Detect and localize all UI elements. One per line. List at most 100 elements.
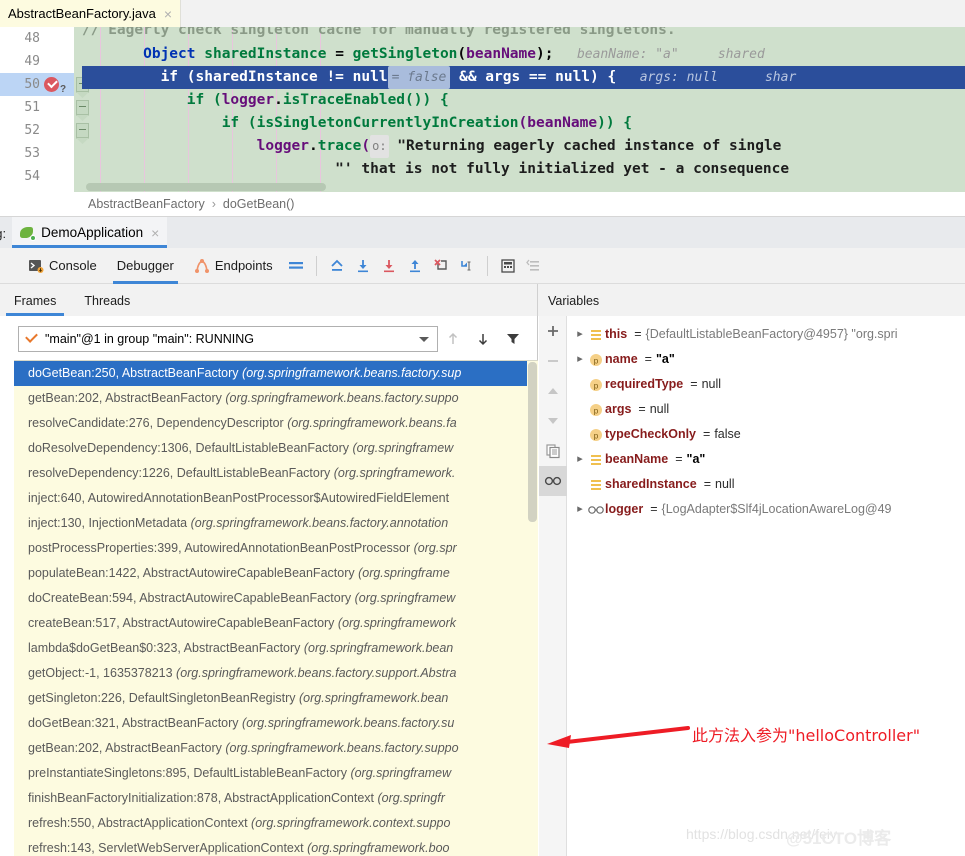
line-number: 49 bbox=[24, 54, 40, 69]
code-editor[interactable]: 48 49 50 51 52 53 54 ? // Eagerly check … bbox=[0, 27, 965, 192]
tab-frames[interactable]: Frames bbox=[0, 294, 70, 316]
frame-list-item[interactable]: populateBean:1422, AbstractAutowireCapab… bbox=[14, 561, 538, 586]
add-watch-button[interactable] bbox=[539, 316, 567, 346]
breadcrumb-class[interactable]: AbstractBeanFactory bbox=[88, 197, 205, 211]
frame-list-item[interactable]: doGetBean:321, AbstractBeanFactory (org.… bbox=[14, 711, 538, 736]
code-line-49: Object sharedInstance = getSingleton(bea… bbox=[82, 43, 965, 66]
variable-row[interactable]: ▸ beanName = "a" bbox=[567, 447, 965, 472]
frame-list-item[interactable]: refresh:550, AbstractApplicationContext … bbox=[14, 811, 538, 836]
show-execution-point-icon[interactable] bbox=[324, 253, 350, 279]
tab-console[interactable]: Console bbox=[18, 248, 107, 284]
chevron-right-icon[interactable]: ▸ bbox=[573, 322, 587, 347]
variable-name: this bbox=[605, 327, 628, 341]
code-comment: // Eagerly check singleton cache for man… bbox=[82, 27, 676, 38]
frame-list-item[interactable]: postProcessProperties:399, AutowiredAnno… bbox=[14, 536, 538, 561]
sort-values-icon[interactable] bbox=[521, 253, 547, 279]
editor-horizontal-scrollbar[interactable] bbox=[86, 183, 326, 191]
thread-selector-combobox[interactable]: "main"@1 in group "main": RUNNING bbox=[18, 326, 438, 352]
move-down-frame-button[interactable] bbox=[468, 326, 498, 352]
frame-list-item[interactable]: finishBeanFactoryInitialization:878, Abs… bbox=[14, 786, 538, 811]
frame-list-item[interactable]: inject:640, AutowiredAnnotationBeanPostP… bbox=[14, 486, 538, 511]
move-up-frame-button[interactable] bbox=[438, 326, 468, 352]
idea-debugger-window: AbstractBeanFactory.java × 48 49 50 51 5… bbox=[0, 0, 965, 856]
editor-tab-label: AbstractBeanFactory.java bbox=[8, 6, 156, 21]
frame-list-item[interactable]: inject:130, InjectionMetadata (org.sprin… bbox=[14, 511, 538, 536]
frame-list-item[interactable]: resolveCandidate:276, DependencyDescript… bbox=[14, 411, 538, 436]
frames-list[interactable]: doGetBean:250, AbstractBeanFactory (org.… bbox=[14, 360, 538, 856]
frames-scrollbar-thumb[interactable] bbox=[528, 362, 537, 522]
frame-list-item[interactable]: resolveDependency:1226, DefaultListableB… bbox=[14, 461, 538, 486]
frame-list-item[interactable]: createBean:517, AbstractAutowireCapableB… bbox=[14, 611, 538, 636]
move-down-button[interactable] bbox=[539, 406, 567, 436]
move-up-button[interactable] bbox=[539, 376, 567, 406]
chevron-right-icon[interactable]: ▸ bbox=[573, 497, 587, 522]
breadcrumb[interactable]: AbstractBeanFactory › doGetBean() bbox=[0, 192, 965, 217]
run-configuration-label: DemoApplication bbox=[41, 225, 144, 240]
equals-sign: = bbox=[703, 477, 712, 491]
tab-endpoints[interactable]: Endpoints bbox=[184, 248, 283, 284]
variable-row[interactable]: ▸ sharedInstance = null bbox=[567, 472, 965, 497]
frame-list-item[interactable]: getObject:-1, 1635378213 (org.springfram… bbox=[14, 661, 538, 686]
frame-list-item[interactable]: doResolveDependency:1306, DefaultListabl… bbox=[14, 436, 538, 461]
code-keyword: if ( bbox=[221, 115, 257, 131]
step-out-icon[interactable] bbox=[402, 253, 428, 279]
settings-lines-icon[interactable] bbox=[283, 253, 309, 279]
frame-list-item[interactable]: refresh:143, ServletWebServerApplication… bbox=[14, 836, 538, 856]
variable-name: requiredType bbox=[605, 377, 684, 391]
variable-name: beanName bbox=[605, 452, 669, 466]
frame-list-item[interactable]: getBean:202, AbstractBeanFactory (org.sp… bbox=[14, 736, 538, 761]
code-text-area[interactable]: // Eagerly check singleton cache for man… bbox=[82, 27, 965, 192]
frame-list-item[interactable]: doCreateBean:594, AbstractAutowireCapabl… bbox=[14, 586, 538, 611]
param-icon: p bbox=[587, 378, 605, 392]
field-icon bbox=[587, 454, 605, 466]
tab-variables[interactable]: Variables bbox=[538, 294, 613, 316]
frame-method: refresh:550, AbstractApplicationContext bbox=[28, 816, 252, 830]
variable-row[interactable]: ▸ p name = "a" bbox=[567, 347, 965, 372]
frame-list-item[interactable]: doGetBean:250, AbstractBeanFactory (org.… bbox=[14, 361, 538, 386]
variable-value: false bbox=[714, 427, 741, 441]
code-punct: )) { bbox=[597, 115, 633, 131]
chevron-right-icon[interactable]: ▸ bbox=[573, 347, 587, 372]
equals-sign: = bbox=[690, 377, 698, 391]
frame-method: refresh:143, ServletWebServerApplication… bbox=[28, 841, 308, 855]
frame-list-item[interactable]: lambda$doGetBean$0:323, AbstractBeanFact… bbox=[14, 636, 538, 661]
frame-package: (org.spr bbox=[413, 541, 457, 555]
editor-tab-abstractbeanfactory[interactable]: AbstractBeanFactory.java × bbox=[0, 0, 182, 27]
variable-row[interactable]: ▸ p requiredType = null bbox=[567, 372, 965, 397]
filter-frames-icon[interactable] bbox=[498, 326, 528, 352]
tab-threads[interactable]: Threads bbox=[70, 294, 144, 316]
variables-tree[interactable]: ▸ this = {DefaultListableBeanFactory@495… bbox=[567, 322, 965, 522]
drop-frame-icon[interactable] bbox=[428, 253, 454, 279]
close-icon[interactable]: × bbox=[164, 7, 172, 21]
chevron-right-icon[interactable]: ▸ bbox=[573, 447, 587, 472]
remove-watch-button[interactable] bbox=[539, 346, 567, 376]
tab-debugger[interactable]: Debugger bbox=[107, 248, 184, 284]
close-icon[interactable]: × bbox=[151, 226, 159, 240]
copy-value-button[interactable] bbox=[539, 436, 567, 466]
frame-package: (org.springframework.bean bbox=[303, 641, 454, 655]
frame-list-item[interactable]: getBean:202, AbstractBeanFactory (org.sp… bbox=[14, 386, 538, 411]
frame-package: (org.springfr bbox=[377, 791, 445, 805]
frame-method: doGetBean:321, AbstractBeanFactory bbox=[28, 716, 243, 730]
evaluate-expression-icon[interactable] bbox=[495, 253, 521, 279]
variable-row[interactable]: ▸ this = {DefaultListableBeanFactory@495… bbox=[567, 322, 965, 347]
variable-row[interactable]: ▸ p typeCheckOnly = false bbox=[567, 422, 965, 447]
code-argument: beanName bbox=[466, 46, 536, 62]
variable-row[interactable]: ▸ logger = {LogAdapter$Slf4jLocationAwar… bbox=[567, 497, 965, 522]
run-configuration-tab-demoapplication[interactable]: DemoApplication × bbox=[12, 217, 168, 248]
watches-button[interactable] bbox=[539, 466, 567, 496]
frame-method: postProcessProperties:399, AutowiredAnno… bbox=[28, 541, 414, 555]
breadcrumb-method[interactable]: doGetBean() bbox=[223, 197, 295, 211]
variable-row[interactable]: ▸ p args = null bbox=[567, 397, 965, 422]
step-over-icon[interactable] bbox=[350, 253, 376, 279]
endpoints-icon bbox=[194, 258, 210, 274]
frame-list-item[interactable]: preInstantiateSingletons:895, DefaultLis… bbox=[14, 761, 538, 786]
frame-method: doResolveDependency:1306, DefaultListabl… bbox=[28, 441, 353, 455]
chevron-down-icon[interactable] bbox=[419, 337, 429, 342]
breakpoint-icon[interactable] bbox=[44, 77, 59, 92]
run-to-cursor-icon[interactable] bbox=[454, 253, 480, 279]
frames-scrollbar[interactable] bbox=[527, 361, 538, 856]
step-into-icon[interactable] bbox=[376, 253, 402, 279]
frame-list-item[interactable]: getSingleton:226, DefaultSingletonBeanRe… bbox=[14, 686, 538, 711]
frame-package: (org.springframework bbox=[337, 616, 456, 630]
